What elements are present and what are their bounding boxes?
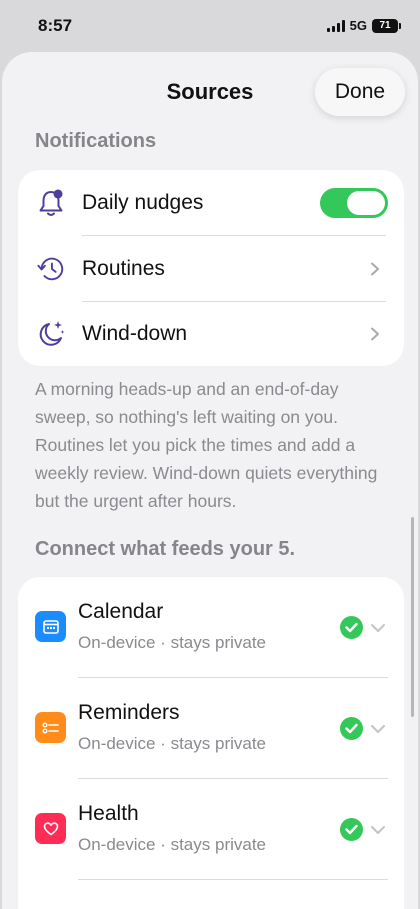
sources-sheet: Sources Done Notifications Daily nudges	[2, 52, 418, 909]
source-name: Health	[78, 802, 139, 825]
chevron-right-icon	[371, 262, 379, 275]
notifications-section-header: Notifications	[35, 130, 157, 152]
scroll-indicator[interactable]	[411, 517, 414, 717]
sources-card: Calendar On-device · stays private Remin…	[18, 577, 404, 909]
source-subtitle: On-device · stays private	[78, 734, 267, 753]
daily-nudges-label: Daily nudges	[82, 190, 204, 214]
routines-row[interactable]: Routines	[18, 236, 404, 301]
source-name: Calendar	[78, 600, 164, 623]
chevron-down-icon[interactable]	[370, 620, 386, 636]
clock-history-icon	[36, 254, 66, 284]
daily-nudges-row[interactable]: Daily nudges	[18, 170, 404, 235]
chevron-right-icon	[371, 327, 379, 340]
notifications-description: A morning heads-up and an end-of-day swe…	[35, 379, 378, 511]
wind-down-row[interactable]: Wind-down	[18, 301, 404, 366]
status-bar: 8:57 5G 71	[0, 0, 420, 52]
source-row-calendar[interactable]: Calendar On-device · stays private	[18, 577, 404, 677]
chevron-down-icon[interactable]	[370, 822, 386, 838]
source-row-reminders[interactable]: Reminders On-device · stays private	[18, 678, 404, 778]
status-time: 8:57	[38, 16, 73, 35]
daily-nudges-toggle[interactable]	[320, 187, 388, 218]
battery-level: 71	[379, 20, 391, 31]
source-row-health[interactable]: Health On-device · stays private	[18, 779, 404, 879]
notifications-card: Daily nudges Routines Wind-down	[18, 170, 404, 366]
reminders-icon	[35, 712, 66, 743]
wind-down-label: Wind-down	[82, 321, 188, 345]
network-type: 5G	[349, 18, 367, 33]
sources-section-header: Connect what feeds your 5.	[35, 538, 296, 560]
status-indicators: 5G 71	[326, 18, 401, 33]
checkmark-icon	[340, 616, 363, 639]
divider	[78, 879, 388, 880]
source-name: Reminders	[78, 701, 180, 724]
moon-stars-icon	[36, 319, 66, 349]
checkmark-icon	[340, 717, 363, 740]
chevron-down-icon[interactable]	[370, 721, 386, 737]
bell-icon	[36, 188, 66, 218]
toggle-knob	[347, 190, 385, 215]
sheet-header: Sources Done	[2, 52, 418, 132]
routines-label: Routines	[82, 256, 165, 280]
checkmark-icon	[340, 818, 363, 841]
done-button[interactable]: Done	[315, 68, 405, 116]
source-subtitle: On-device · stays private	[78, 633, 267, 652]
battery-icon: 71	[372, 18, 401, 33]
cellular-signal-icon	[326, 19, 345, 32]
calendar-icon	[35, 611, 66, 642]
source-subtitle: On-device · stays private	[78, 835, 267, 854]
heart-icon	[35, 813, 66, 844]
